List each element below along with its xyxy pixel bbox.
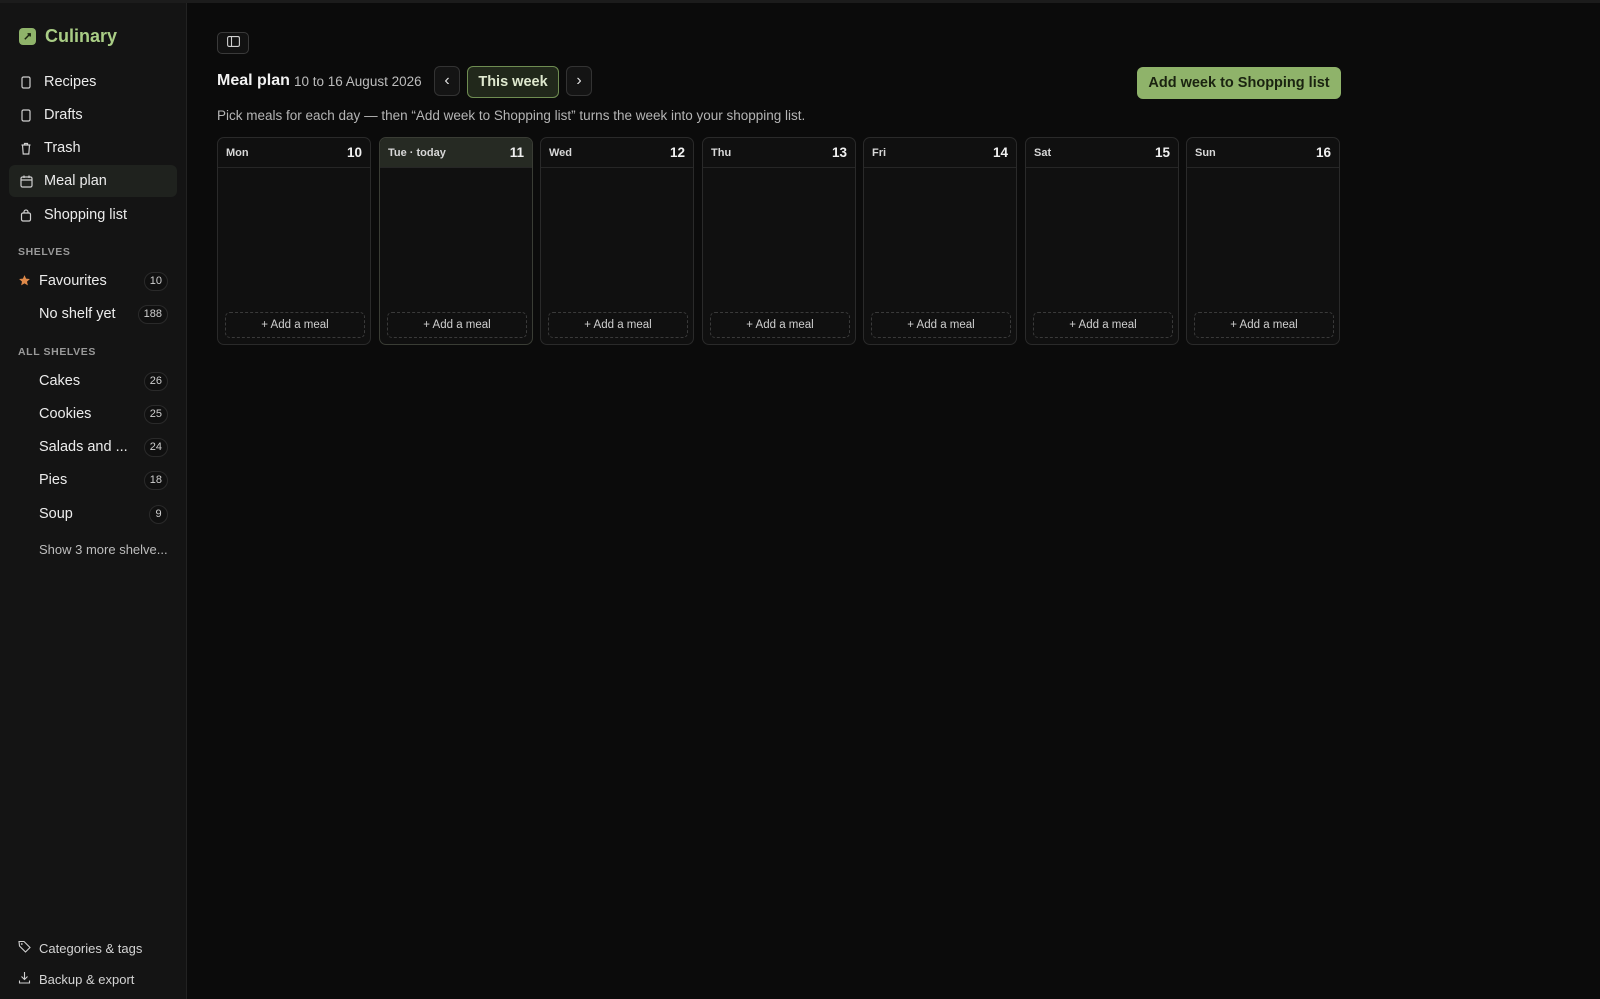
day-name: Sat bbox=[1034, 147, 1052, 159]
add-meal-button[interactable]: + Add a meal bbox=[1194, 312, 1334, 338]
app-name: Culinary bbox=[45, 26, 118, 46]
day-column-sun: Sun 16 + Add a meal bbox=[1186, 137, 1340, 345]
day-header: Sat 15 bbox=[1026, 138, 1178, 168]
day-header: Fri 14 bbox=[864, 138, 1016, 168]
day-column-wed: Wed 12 + Add a meal bbox=[540, 137, 694, 345]
all-shelves-heading: ALL SHELVES bbox=[18, 346, 96, 358]
day-header: Thu 13 bbox=[703, 138, 855, 168]
day-header: Mon 10 bbox=[218, 138, 370, 168]
day-number: 15 bbox=[1154, 145, 1170, 160]
day-name: Fri bbox=[872, 147, 887, 159]
shelf-item-favourites[interactable]: Favourites 10 bbox=[9, 266, 177, 296]
shelf-count-badge: 18 bbox=[143, 470, 168, 490]
shelf-label: Salads and ... bbox=[39, 439, 128, 455]
shelf-label: No shelf yet bbox=[39, 306, 116, 322]
sidebar-item-label: Trash bbox=[44, 140, 81, 156]
day-name: Mon bbox=[226, 147, 249, 159]
day-header: Sun 16 bbox=[1187, 138, 1339, 168]
download-icon bbox=[18, 971, 31, 987]
shelf-item-cakes[interactable]: Cakes 26 bbox=[9, 366, 177, 396]
shelf-item-pies[interactable]: Pies 18 bbox=[9, 465, 177, 495]
day-number: 13 bbox=[831, 145, 847, 160]
shelf-item-cookies[interactable]: Cookies 25 bbox=[9, 399, 177, 429]
trash-icon bbox=[19, 141, 33, 155]
shelf-label: Favourites bbox=[39, 273, 107, 289]
add-meal-button[interactable]: + Add a meal bbox=[548, 312, 688, 338]
sidebar-item-drafts[interactable]: Drafts bbox=[9, 99, 177, 131]
this-week-button[interactable]: This week bbox=[467, 66, 559, 98]
add-week-to-shopping-list-button[interactable]: Add week to Shopping list bbox=[1137, 67, 1341, 99]
sidebar-item-trash[interactable]: Trash bbox=[9, 132, 177, 164]
page-title: Meal plan bbox=[217, 72, 290, 89]
show-more-shelves-link[interactable]: Show 3 more shelve... bbox=[39, 542, 168, 557]
sidebar-item-label: Drafts bbox=[44, 107, 83, 123]
tag-icon bbox=[18, 940, 31, 956]
day-column-fri: Fri 14 + Add a meal bbox=[863, 137, 1017, 345]
add-meal-button[interactable]: + Add a meal bbox=[387, 312, 527, 338]
day-number: 10 bbox=[346, 145, 362, 160]
sidebar-item-meal-plan[interactable]: Meal plan bbox=[9, 165, 177, 197]
day-name: Thu bbox=[711, 147, 732, 159]
shelf-count-badge: 188 bbox=[137, 304, 168, 324]
day-column-tue: Tue · today 11 + Add a meal bbox=[379, 137, 533, 345]
day-number: 12 bbox=[669, 145, 685, 160]
sidebar-item-label: Meal plan bbox=[44, 173, 107, 189]
next-week-button[interactable]: › bbox=[566, 66, 592, 96]
window-top-edge bbox=[0, 0, 1600, 3]
categories-tags-link[interactable]: Categories & tags bbox=[18, 940, 142, 956]
backup-export-link[interactable]: Backup & export bbox=[18, 971, 134, 987]
sidebar-toggle-icon bbox=[226, 34, 240, 52]
add-meal-button[interactable]: + Add a meal bbox=[225, 312, 365, 338]
draft-icon bbox=[19, 108, 33, 122]
sidebar-item-recipes[interactable]: Recipes bbox=[9, 66, 177, 98]
day-number: 14 bbox=[992, 145, 1008, 160]
day-name: Sun bbox=[1195, 147, 1216, 159]
shelf-label: Soup bbox=[39, 506, 73, 522]
add-meal-button[interactable]: + Add a meal bbox=[1033, 312, 1173, 338]
shelf-count-badge: 10 bbox=[143, 271, 168, 291]
day-number: 11 bbox=[509, 145, 524, 160]
shelf-count-badge: 24 bbox=[143, 437, 168, 457]
sidebar-item-label: Recipes bbox=[44, 74, 97, 90]
shelf-count-badge: 26 bbox=[143, 371, 168, 391]
calendar-icon bbox=[19, 174, 33, 188]
shelf-item-no-shelf[interactable]: No shelf yet 188 bbox=[9, 299, 177, 329]
recipe-icon bbox=[19, 75, 33, 89]
day-column-thu: Thu 13 + Add a meal bbox=[702, 137, 856, 345]
shelves-heading: SHELVES bbox=[18, 246, 71, 258]
add-meal-button[interactable]: + Add a meal bbox=[710, 312, 850, 338]
shelf-item-salads[interactable]: Salads and ... 24 bbox=[9, 432, 177, 462]
week-range: 10 to 16 August 2026 bbox=[294, 74, 422, 89]
add-meal-button[interactable]: + Add a meal bbox=[871, 312, 1011, 338]
sidebar-item-shopping-list[interactable]: Shopping list bbox=[9, 199, 177, 231]
shopping-bag-icon bbox=[19, 208, 33, 222]
previous-week-button[interactable]: ‹ bbox=[434, 66, 460, 96]
footer-label: Backup & export bbox=[39, 971, 135, 987]
brand[interactable]: Culinary bbox=[19, 26, 117, 47]
shelf-label: Cookies bbox=[39, 406, 92, 422]
shelf-label: Pies bbox=[39, 472, 68, 488]
meal-plan-hint: Pick meals for each day — then “Add week… bbox=[217, 108, 806, 123]
sidebar: Culinary Recipes Drafts Trash Meal plan … bbox=[0, 3, 187, 999]
sidebar-toggle-button[interactable] bbox=[217, 32, 249, 54]
brand-logo-icon bbox=[19, 28, 36, 45]
shelf-item-soup[interactable]: Soup 9 bbox=[9, 499, 177, 529]
day-number: 16 bbox=[1315, 145, 1331, 160]
day-name: Wed bbox=[549, 147, 573, 159]
day-header: Tue · today 11 bbox=[380, 138, 532, 168]
footer-label: Categories & tags bbox=[39, 940, 143, 956]
sidebar-item-label: Shopping list bbox=[44, 207, 128, 223]
star-icon bbox=[18, 274, 31, 291]
day-column-mon: Mon 10 + Add a meal bbox=[217, 137, 371, 345]
day-column-sat: Sat 15 + Add a meal bbox=[1025, 137, 1179, 345]
shelf-count-badge: 25 bbox=[143, 404, 168, 424]
day-name: Tue · today bbox=[388, 147, 446, 159]
day-header: Wed 12 bbox=[541, 138, 693, 168]
shelf-label: Cakes bbox=[39, 373, 81, 389]
shelf-count-badge: 9 bbox=[149, 504, 168, 524]
